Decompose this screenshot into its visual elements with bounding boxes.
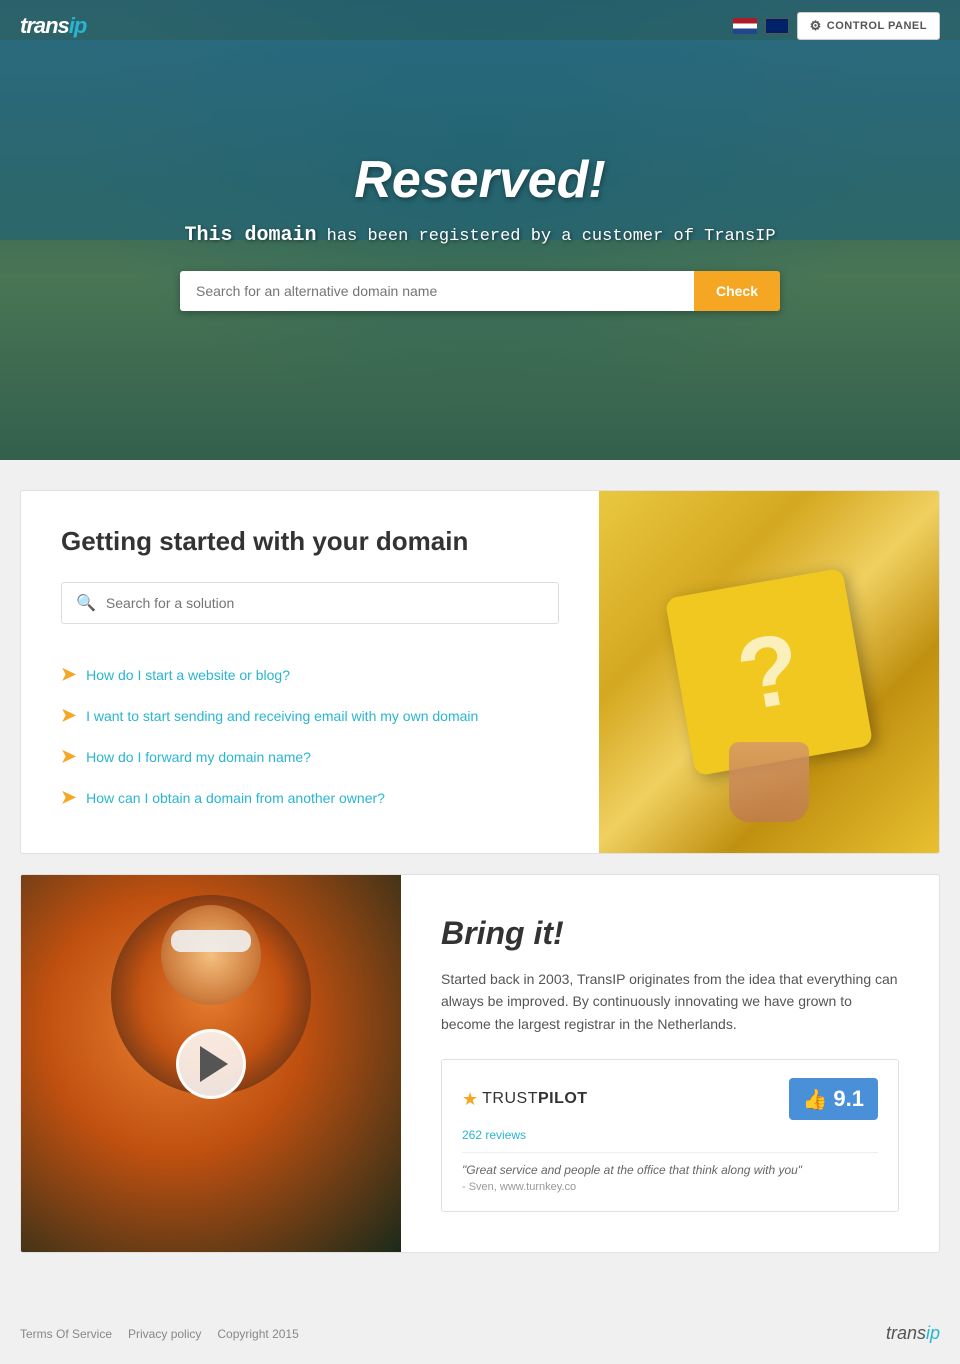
solution-search-bar: 🔍 — [61, 582, 559, 624]
gear-icon: ⚙ — [810, 18, 822, 34]
video-play-button[interactable] — [176, 1029, 246, 1099]
faq-item[interactable]: ➤ How do I forward my domain name? — [61, 736, 559, 777]
main-content: Getting started with your domain 🔍 ➤ How… — [0, 460, 960, 1303]
header-right: ⚙ CONTROL PANEL — [733, 12, 940, 40]
chevron-right-icon: ➤ — [61, 787, 76, 808]
trustpilot-author: - Sven, www.turnkey.co — [462, 1181, 878, 1193]
footer-copyright: Copyright 2015 — [217, 1327, 298, 1341]
logo-trans: trans — [20, 13, 69, 38]
faq-link[interactable]: I want to start sending and receiving em… — [86, 708, 478, 724]
faq-link[interactable]: How do I start a website or blog? — [86, 667, 290, 683]
solution-search-input[interactable] — [106, 595, 544, 611]
trustpilot-box: ★ TRUSTPILOT 👍 9.1 262 reviews "Great se… — [441, 1059, 899, 1212]
getting-started-title: Getting started with your domain — [61, 526, 559, 557]
trustpilot-logo: ★ TRUSTPILOT — [462, 1089, 588, 1110]
hero-section: Reserved! This domain has been registere… — [0, 0, 960, 460]
thumbs-up-icon: 👍 — [803, 1087, 828, 1112]
footer-logo-trans: trans — [886, 1323, 926, 1343]
trustpilot-logo-area: ★ TRUSTPILOT — [462, 1089, 588, 1110]
faq-item[interactable]: ➤ I want to start sending and receiving … — [61, 695, 559, 736]
trustpilot-reviews-count[interactable]: 262 reviews — [462, 1128, 878, 1142]
hero-subtitle-domain: This domain — [184, 224, 316, 247]
trustpilot-star-icon: ★ — [462, 1089, 478, 1110]
puzzle-image-section — [599, 491, 939, 853]
logo[interactable]: transip — [20, 13, 86, 39]
hero-subtitle-rest: has been registered by a customer of Tra… — [327, 227, 776, 246]
site-footer: Terms Of Service Privacy policy Copyrigh… — [0, 1303, 960, 1364]
site-header: transip ⚙ CONTROL PANEL — [0, 0, 960, 52]
trustpilot-text: TRUSTPILOT — [482, 1090, 587, 1108]
logo-ip: ip — [69, 13, 87, 38]
hero-check-button[interactable]: Check — [694, 271, 780, 311]
search-icon: 🔍 — [76, 593, 96, 613]
hero-content: Reserved! This domain has been registere… — [0, 130, 960, 331]
trustpilot-top: ★ TRUSTPILOT 👍 9.1 — [462, 1078, 878, 1120]
faq-item[interactable]: ➤ How can I obtain a domain from another… — [61, 777, 559, 818]
footer-terms-link[interactable]: Terms Of Service — [20, 1327, 112, 1341]
footer-links: Terms Of Service Privacy policy Copyrigh… — [20, 1327, 299, 1341]
trustpilot-score-box: 👍 9.1 — [789, 1078, 879, 1120]
getting-started-section: Getting started with your domain 🔍 ➤ How… — [20, 490, 940, 854]
bring-it-section: Bring it! Started back in 2003, TransIP … — [20, 874, 940, 1253]
flag-nl-icon[interactable] — [733, 18, 757, 34]
trustpilot-score: 9.1 — [833, 1086, 864, 1112]
getting-started-left: Getting started with your domain 🔍 ➤ How… — [21, 491, 599, 853]
faq-link[interactable]: How do I forward my domain name? — [86, 749, 311, 765]
chevron-right-icon: ➤ — [61, 746, 76, 767]
faq-item[interactable]: ➤ How do I start a website or blog? — [61, 654, 559, 695]
video-section — [21, 875, 401, 1252]
puzzle-image — [599, 491, 939, 853]
bring-it-title: Bring it! — [441, 915, 899, 952]
hero-domain-search-input[interactable] — [180, 271, 694, 311]
hero-search-bar: Check — [180, 271, 780, 311]
chevron-right-icon: ➤ — [61, 705, 76, 726]
bring-it-description: Started back in 2003, TransIP originates… — [441, 968, 899, 1035]
control-panel-label: CONTROL PANEL — [827, 20, 927, 32]
footer-logo-ip: ip — [926, 1323, 940, 1343]
footer-logo: transip — [886, 1323, 940, 1344]
bring-it-content: Bring it! Started back in 2003, TransIP … — [401, 875, 939, 1252]
play-icon — [200, 1046, 228, 1082]
flag-uk-icon[interactable] — [765, 18, 789, 34]
hero-title: Reserved! — [20, 150, 940, 210]
trustpilot-quote: "Great service and people at the office … — [462, 1152, 878, 1177]
hero-subtitle: This domain has been registered by a cus… — [20, 224, 940, 247]
control-panel-button[interactable]: ⚙ CONTROL PANEL — [797, 12, 940, 40]
faq-list: ➤ How do I start a website or blog? ➤ I … — [61, 654, 559, 818]
footer-privacy-link[interactable]: Privacy policy — [128, 1327, 201, 1341]
chevron-right-icon: ➤ — [61, 664, 76, 685]
faq-link[interactable]: How can I obtain a domain from another o… — [86, 790, 385, 806]
